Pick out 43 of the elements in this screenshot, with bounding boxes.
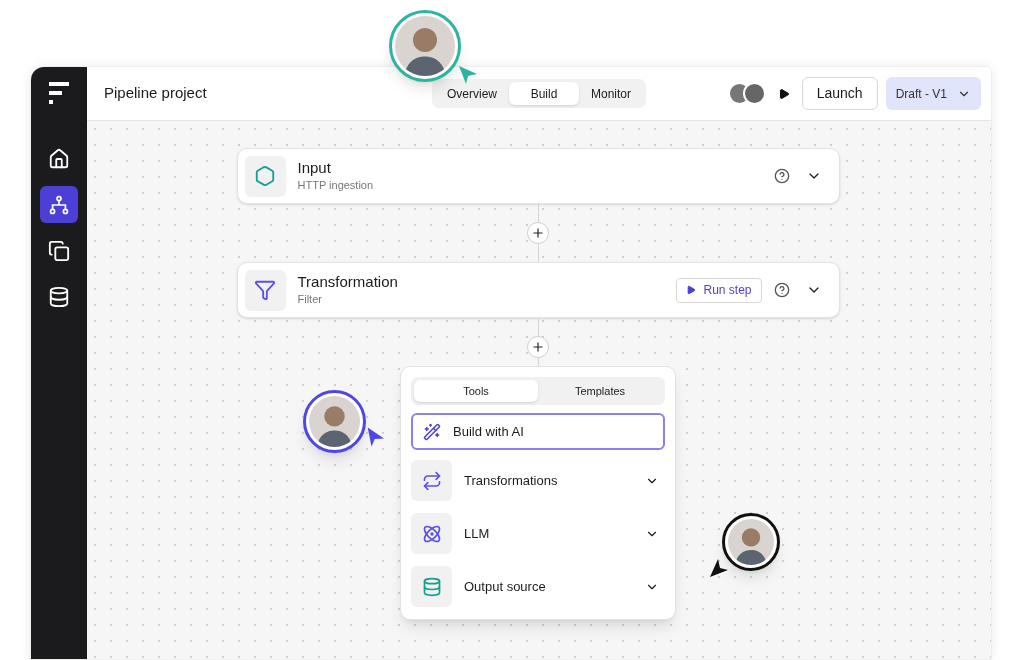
atom-icon [421, 523, 442, 544]
build-with-ai-button[interactable]: Build with AI [411, 413, 665, 450]
database-icon [421, 576, 442, 597]
help-icon[interactable] [773, 282, 790, 298]
step-subtitle: Filter [297, 291, 323, 307]
sidebar-item[interactable] [40, 186, 78, 223]
view-tab[interactable]: Overview [435, 82, 509, 105]
popover-tab[interactable]: Templates [538, 380, 662, 402]
play-button[interactable] [777, 87, 790, 100]
plus-icon [531, 226, 545, 240]
magic-wand-icon [423, 422, 441, 441]
step-subtitle: HTTP ingestion [297, 177, 375, 193]
help-icon[interactable] [773, 168, 790, 184]
menu-item[interactable]: LLM [411, 511, 665, 556]
plus-icon [531, 340, 545, 354]
add-step-button[interactable] [527, 222, 549, 244]
add-step-button[interactable] [527, 336, 549, 358]
step-title: Transformation [297, 272, 399, 291]
run-step-button[interactable]: Run step [676, 277, 762, 303]
hexagon-icon [254, 165, 276, 187]
copy-icon [48, 239, 70, 262]
step-card[interactable]: Input HTTP ingestion [236, 148, 840, 204]
funnel-icon [254, 279, 276, 301]
menu-item[interactable]: Transformations [411, 458, 665, 503]
view-tab[interactable]: Build [509, 82, 579, 105]
play-icon [686, 285, 697, 295]
menu-item[interactable]: Output source [411, 564, 665, 609]
view-tab[interactable]: Monitor [579, 82, 644, 105]
logo-icon [48, 81, 70, 105]
launch-button[interactable]: Launch [801, 77, 878, 110]
arrows-icon [421, 470, 442, 491]
popover-tab[interactable]: Tools [414, 380, 538, 402]
cursor-icon [708, 557, 730, 579]
step-title: Input [297, 158, 332, 177]
user-avatar [742, 82, 766, 105]
home-icon [48, 147, 70, 170]
project-title: Pipeline project [104, 83, 208, 104]
database-icon [48, 285, 70, 308]
cursor-icon [457, 64, 479, 86]
play-icon [777, 87, 790, 100]
version-dropdown[interactable]: Draft - V1 [885, 77, 981, 110]
pipeline-icon [48, 193, 70, 216]
step-card[interactable]: Transformation Filter Run step [236, 262, 840, 318]
